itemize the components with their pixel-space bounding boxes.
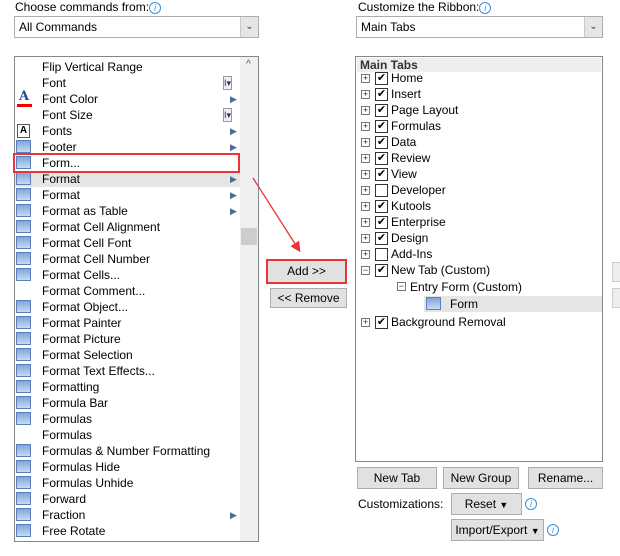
dropdown-arrow-icon: ▼ — [530, 526, 540, 536]
tab-item[interactable]: + ✔ Background Removal — [356, 314, 602, 330]
move-up-button[interactable] — [612, 262, 620, 282]
tab-item[interactable]: + ✔ Data — [356, 134, 602, 150]
expand-icon[interactable]: + — [361, 202, 370, 211]
tab-item[interactable]: + ✔ Review — [356, 150, 602, 166]
tab-item[interactable]: + Developer — [356, 182, 602, 198]
expand-icon[interactable]: + — [361, 250, 370, 259]
tab-label: View — [391, 167, 417, 181]
tab-item[interactable]: + ✔ Insert — [356, 86, 602, 102]
tab-label: Add-Ins — [391, 247, 433, 261]
group-label: Entry Form (Custom) — [410, 280, 523, 294]
tab-label: Home — [391, 71, 424, 85]
tab-label: Formulas — [391, 119, 442, 133]
checked-checkbox[interactable]: ✔ — [375, 316, 388, 329]
checked-checkbox[interactable]: ✔ — [375, 168, 388, 181]
info-icon: i — [479, 1, 492, 14]
expand-icon[interactable]: + — [361, 218, 370, 227]
checked-checkbox[interactable]: ✔ — [375, 120, 388, 133]
checked-checkbox[interactable]: ✔ — [375, 264, 388, 277]
new-group-label: New Group — [450, 471, 512, 485]
tab-item[interactable]: + ✔ Home — [356, 70, 602, 86]
tab-item[interactable]: + ✔ Kutools — [356, 198, 602, 214]
expand-icon[interactable]: + — [361, 106, 370, 115]
checked-checkbox[interactable]: ✔ — [375, 136, 388, 149]
expand-icon[interactable]: + — [361, 318, 370, 327]
arrow-to-add — [252, 177, 301, 253]
reset-button[interactable]: Reset ▼ — [451, 493, 522, 515]
checked-checkbox[interactable]: ✔ — [375, 200, 388, 213]
import-export-button[interactable]: Import/Export ▼ — [451, 519, 544, 541]
unchecked-checkbox[interactable] — [375, 248, 388, 261]
collapse-icon[interactable]: − — [397, 282, 406, 291]
tab-item[interactable]: + ✔ Page Layout — [356, 102, 602, 118]
chevron-down-icon[interactable]: ⌄ — [584, 17, 602, 37]
import-export-label: Import/Export — [455, 523, 528, 537]
expand-icon[interactable]: + — [361, 186, 370, 195]
expand-icon[interactable]: + — [361, 138, 370, 147]
group-item[interactable]: − Entry Form (Custom) — [356, 279, 602, 295]
checked-checkbox[interactable]: ✔ — [375, 104, 388, 117]
tab-label: Developer — [391, 183, 446, 197]
reset-label: Reset — [464, 497, 497, 511]
checked-checkbox[interactable]: ✔ — [375, 152, 388, 165]
tab-item[interactable]: + ✔ Formulas — [356, 118, 602, 134]
checked-checkbox[interactable]: ✔ — [375, 88, 388, 101]
command-label: Form — [450, 297, 478, 311]
ribbon-select-value: Main Tabs — [361, 20, 416, 34]
expand-icon[interactable]: + — [361, 74, 370, 83]
customizations-label: Customizations: — [358, 497, 444, 511]
unchecked-checkbox[interactable] — [375, 184, 388, 197]
tab-item[interactable]: + ✔ Design — [356, 230, 602, 246]
tab-label: New Tab (Custom) — [391, 263, 491, 277]
command-form-item[interactable]: Form — [424, 296, 602, 312]
tab-item[interactable]: + Add-Ins — [356, 246, 602, 262]
new-tab-label: New Tab — [373, 471, 421, 485]
new-tab-button[interactable]: New Tab — [357, 467, 437, 489]
expand-icon[interactable]: + — [361, 90, 370, 99]
checked-checkbox[interactable]: ✔ — [375, 72, 388, 85]
collapse-icon[interactable]: − — [361, 266, 370, 275]
customize-ribbon-label: Customize the Ribbon: i — [358, 0, 492, 14]
checked-checkbox[interactable]: ✔ — [375, 232, 388, 245]
expand-icon[interactable]: + — [361, 170, 370, 179]
tab-label: Page Layout — [391, 103, 459, 117]
expand-icon[interactable]: + — [361, 154, 370, 163]
tab-label: Insert — [391, 87, 422, 101]
tab-label: Kutools — [391, 199, 432, 213]
info-icon: i — [525, 498, 537, 510]
rename-button[interactable]: Rename... — [528, 467, 603, 489]
rename-label: Rename... — [537, 471, 594, 485]
form-icon — [426, 297, 441, 310]
tab-item[interactable]: − ✔ New Tab (Custom) — [356, 262, 602, 278]
expand-icon[interactable]: + — [361, 234, 370, 243]
ribbon-select[interactable]: Main Tabs ⌄ — [356, 16, 603, 38]
dropdown-arrow-icon: ▼ — [499, 500, 509, 510]
tab-label: Data — [391, 135, 417, 149]
tab-label: Design — [391, 231, 429, 245]
expand-icon[interactable]: + — [361, 122, 370, 131]
info-icon: i — [547, 524, 559, 536]
checked-checkbox[interactable]: ✔ — [375, 216, 388, 229]
tab-item[interactable]: + ✔ Enterprise — [356, 214, 602, 230]
tab-label: Enterprise — [391, 215, 446, 229]
new-group-button[interactable]: New Group — [443, 467, 519, 489]
tab-label: Background Removal — [391, 315, 506, 329]
tab-label: Review — [391, 151, 431, 165]
tab-item[interactable]: + ✔ View — [356, 166, 602, 182]
customize-ribbon-text: Customize the Ribbon: — [358, 0, 480, 14]
move-down-button[interactable] — [612, 288, 620, 308]
ribbon-tree[interactable]: Main Tabs + ✔ Home + ✔ Insert + ✔ Page Layout + ✔ F… — [355, 56, 603, 462]
